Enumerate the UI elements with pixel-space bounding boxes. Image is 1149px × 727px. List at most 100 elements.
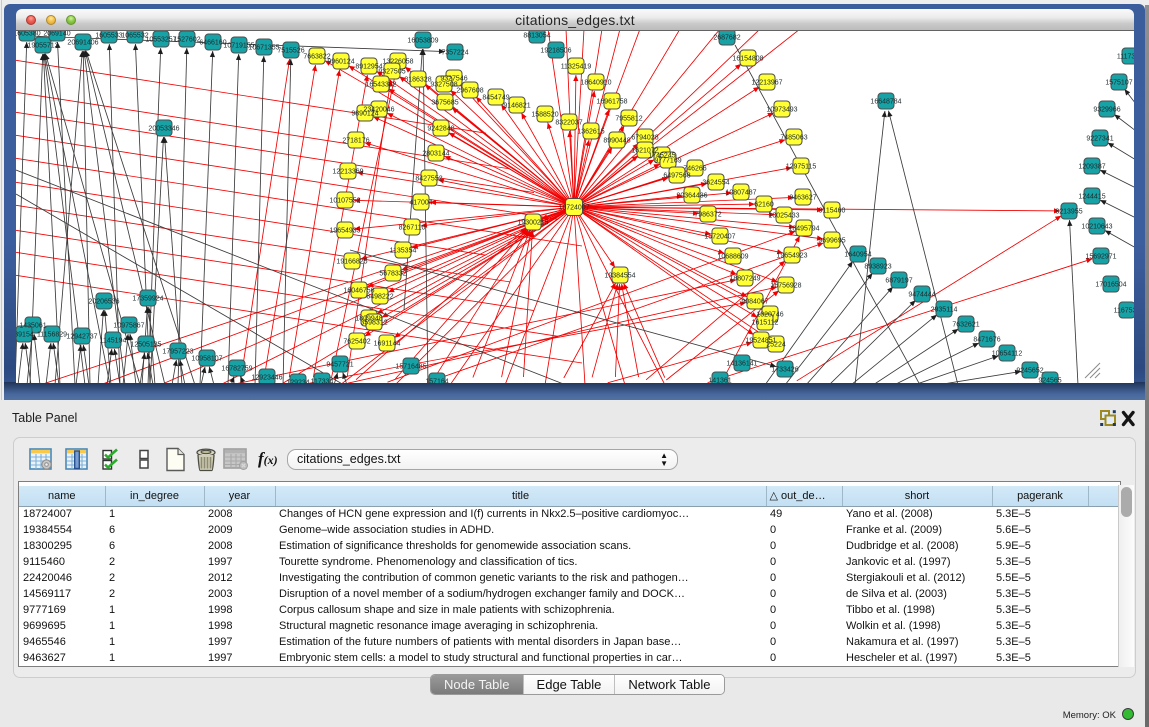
svg-text:8427552: 8427552 [415,176,442,183]
svg-text:15692971: 15692971 [1085,254,1116,261]
svg-text:2718176: 2718176 [342,138,369,145]
svg-text:10210643: 10210643 [1081,224,1112,231]
svg-text:117334: 117334 [311,379,334,384]
svg-text:10688609: 10688609 [717,254,748,261]
svg-text:1435061: 1435061 [19,323,46,330]
svg-text:9227341: 9227341 [1086,136,1113,143]
svg-text:1209387: 1209387 [1078,164,1105,171]
svg-text:19218506: 19218506 [540,48,571,55]
svg-text:7955812: 7955812 [615,116,642,123]
svg-text:157164: 157164 [425,379,448,384]
svg-text:8990448: 8990448 [603,138,630,145]
svg-text:1605533: 1605533 [95,33,122,40]
svg-text:9474444: 9474444 [908,292,935,299]
svg-text:20691406: 20691406 [67,40,98,47]
svg-text:12505135: 12505135 [130,342,161,349]
svg-text:17359924: 17359924 [132,296,163,303]
svg-text:9329966: 9329966 [1093,107,1120,114]
svg-text:1605380: 1605380 [16,31,41,38]
svg-text:10107552: 10107552 [329,198,360,205]
svg-text:12923446: 12923446 [251,375,282,382]
svg-text:9084067: 9084067 [741,299,768,306]
svg-text:10553257: 10553257 [145,37,176,44]
svg-text:5678332: 5678332 [379,271,406,278]
svg-text:1575107: 1575107 [1105,80,1132,87]
svg-text:2069140: 2069140 [43,31,70,38]
svg-text:2803144: 2803144 [422,151,449,158]
svg-text:10654112: 10654112 [992,351,1023,358]
svg-text:2935114: 2935114 [931,307,958,314]
svg-text:1640954: 1640954 [844,252,871,259]
svg-text:16756928: 16756928 [770,283,801,290]
svg-text:10807487: 10807487 [725,190,756,197]
svg-text:18724007: 18724007 [558,205,589,212]
svg-text:12942737: 12942737 [66,334,97,341]
svg-text:1145194: 1145194 [100,338,127,345]
svg-text:7515526: 7515526 [277,48,304,55]
svg-text:20053346: 20053346 [148,126,179,133]
svg-text:39154: 39154 [16,332,34,339]
svg-text:7485063: 7485063 [780,135,807,142]
svg-text:1135354: 1135354 [390,248,417,255]
svg-text:746266: 746266 [683,166,706,173]
svg-text:7625402: 7625402 [343,339,370,346]
svg-text:19055713: 19055713 [27,43,58,50]
svg-text:16961758: 16961758 [596,99,627,106]
svg-text:8471676: 8471676 [973,337,1000,344]
svg-text:16543382: 16543382 [365,82,396,89]
svg-text:1588520: 1588520 [531,112,558,119]
svg-text:7357224: 7357224 [441,50,468,57]
svg-text:9115460: 9115460 [819,208,846,215]
svg-text:15716485: 15716485 [395,364,426,371]
svg-text:8454749: 8454749 [482,95,509,102]
svg-text:9960124: 9960124 [327,59,354,66]
svg-text:7986372: 7986372 [694,212,721,219]
svg-text:18495794: 18495794 [788,226,819,233]
svg-text:2967608: 2967608 [456,88,483,95]
svg-text:9327508: 9327508 [430,82,457,89]
svg-text:6497568: 6497568 [663,173,690,180]
svg-text:1691144: 1691144 [374,341,401,348]
svg-text:25224: 25224 [766,342,786,349]
svg-text:10973493: 10973493 [766,107,797,114]
svg-text:9146821: 9146821 [503,103,530,110]
svg-text:9245652: 9245652 [1016,368,1043,375]
svg-text:8213955: 8213955 [1055,209,1082,216]
svg-text:6794028: 6794028 [631,135,658,142]
svg-text:12213369: 12213369 [332,169,363,176]
svg-text:8498222: 8498222 [366,294,393,301]
svg-text:141361: 141361 [708,378,731,384]
svg-text:16053809: 16053809 [407,38,438,45]
svg-text:1167531: 1167531 [1114,308,1134,315]
svg-text:1527602: 1527602 [173,37,200,44]
svg-text:9242848: 9242848 [427,126,454,133]
svg-text:1244415: 1244415 [1078,194,1105,201]
svg-text:20206536: 20206536 [88,299,119,306]
svg-text:20364436: 20364436 [676,193,707,200]
svg-text:16648784: 16648784 [870,99,901,106]
svg-text:16782759: 16782759 [221,366,252,373]
svg-text:9463627: 9463627 [789,195,816,202]
svg-text:8186328: 8186328 [404,77,431,84]
svg-text:1362615: 1362615 [577,129,604,136]
svg-text:19384554: 19384554 [604,273,635,280]
svg-text:9890124: 9890124 [351,111,378,118]
svg-text:16154808: 16154808 [732,56,763,63]
svg-text:7632621: 7632621 [952,322,979,329]
svg-text:1320746: 1320746 [756,312,783,319]
svg-text:18640910: 18640910 [580,80,611,87]
svg-text:17957223: 17957223 [162,349,193,356]
svg-text:15720407: 15720407 [704,234,735,241]
svg-text:13226058: 13226058 [382,59,413,66]
svg-text:924565: 924565 [1038,378,1061,384]
svg-text:1615112: 1615112 [752,320,779,327]
svg-text:1117304: 1117304 [1117,54,1134,61]
svg-text:14136141: 14136141 [726,361,757,368]
svg-text:2687682: 2687682 [713,35,740,42]
svg-text:3624554: 3624554 [702,180,729,187]
svg-text:10958107: 10958107 [191,356,222,363]
svg-text:8938923: 8938923 [864,264,891,271]
svg-text:8322037: 8322037 [555,120,582,127]
svg-text:3675685: 3675685 [431,100,458,107]
svg-text:1733426: 1733426 [771,367,798,374]
